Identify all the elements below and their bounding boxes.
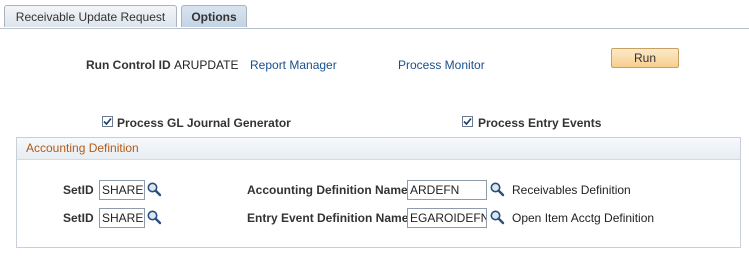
entry-event-definition-name-field[interactable]: EGAROIDEFN — [407, 208, 487, 228]
tab-bar: Receivable Update Request Options — [0, 0, 749, 29]
process-gl-journal-generator-checkbox[interactable] — [102, 116, 113, 127]
lookup-icon[interactable] — [489, 209, 505, 225]
process-entry-events-checkbox[interactable] — [462, 116, 473, 127]
accounting-definition-name-field[interactable]: ARDEFN — [407, 180, 487, 200]
setid-label: SetID — [63, 183, 94, 197]
accounting-definition-title: Accounting Definition — [26, 141, 139, 155]
process-entry-events-label: Process Entry Events — [478, 116, 602, 130]
process-gl-journal-generator-label: Process GL Journal Generator — [117, 116, 291, 130]
lookup-icon[interactable] — [146, 209, 162, 225]
entry-event-definition-description: Open Item Acctg Definition — [512, 211, 655, 225]
setid-label: SetID — [63, 211, 94, 225]
accounting-definition-name-label: Accounting Definition Name — [247, 183, 408, 197]
report-manager-link[interactable]: Report Manager — [250, 58, 337, 72]
check-mark-icon — [463, 117, 472, 126]
tab-options[interactable]: Options — [181, 5, 247, 27]
run-button[interactable]: Run — [611, 48, 679, 68]
check-mark-icon — [103, 117, 112, 126]
lookup-icon[interactable] — [489, 181, 505, 197]
process-monitor-link[interactable]: Process Monitor — [398, 58, 485, 72]
run-control-id-label: Run Control ID — [86, 58, 171, 72]
lookup-icon[interactable] — [146, 181, 162, 197]
tab-receivable-update-request[interactable]: Receivable Update Request — [4, 5, 177, 27]
setid-field[interactable]: SHARE — [99, 180, 145, 200]
accounting-definition-description: Receivables Definition — [512, 183, 631, 197]
setid-field[interactable]: SHARE — [99, 208, 145, 228]
entry-event-definition-name-label: Entry Event Definition Name — [247, 211, 409, 225]
tab-divider — [0, 28, 749, 29]
run-control-id-value: ARUPDATE — [174, 58, 239, 72]
